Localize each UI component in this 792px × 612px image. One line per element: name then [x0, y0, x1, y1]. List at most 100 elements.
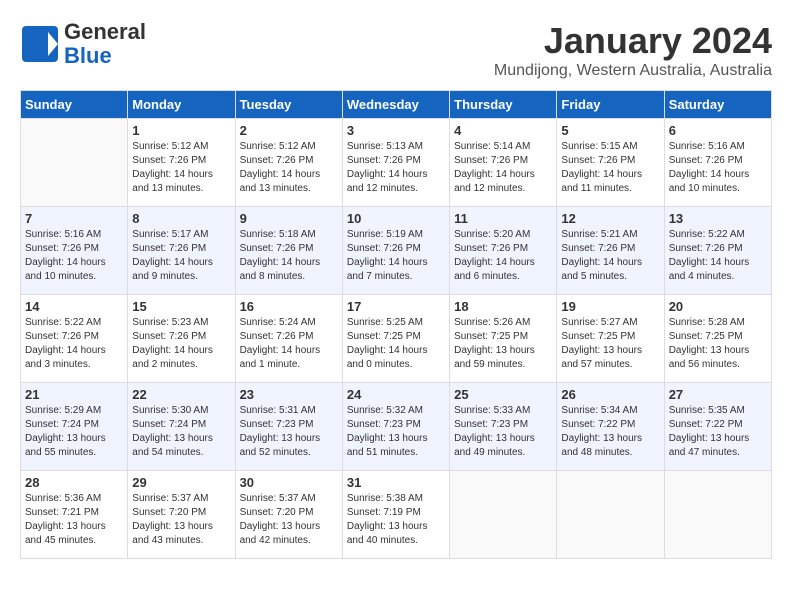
- calendar-cell: 6 Sunrise: 5:16 AM Sunset: 7:26 PM Daylig…: [664, 119, 771, 207]
- calendar-cell: 11Sunrise: 5:20 AM Sunset: 7:26 PM Dayli…: [450, 207, 557, 295]
- day-info: Sunrise: 5:27 AM Sunset: 7:25 PM Dayligh…: [561, 316, 659, 372]
- calendar-cell: 14 Sunrise: 5:22 AM Sunset: 7:26 PM Dayli…: [21, 295, 128, 383]
- calendar-week-row: 28 Sunrise: 5:36 AM Sunset: 7:21 PM Dayli…: [21, 471, 772, 559]
- calendar-cell: 31Sunrise: 5:38 AM Sunset: 7:19 PM Dayli…: [342, 471, 449, 559]
- header-thursday: Thursday: [450, 91, 557, 119]
- day-info: Sunrise: 5:37 AM Sunset: 7:20 PM Dayligh…: [132, 492, 230, 548]
- calendar-cell: 19 Sunrise: 5:27 AM Sunset: 7:25 PM Dayli…: [557, 295, 664, 383]
- day-number: 21: [25, 387, 123, 402]
- day-number: 20: [669, 299, 767, 314]
- day-number: 22: [132, 387, 230, 402]
- calendar-cell: 24 Sunrise: 5:32 AM Sunset: 7:23 PM Dayli…: [342, 383, 449, 471]
- day-number: 5: [561, 123, 659, 138]
- day-info: Sunrise: 5:31 AM Sunset: 7:23 PM Dayligh…: [240, 404, 338, 460]
- calendar-cell: 16Sunrise: 5:24 AM Sunset: 7:26 PM Dayli…: [235, 295, 342, 383]
- calendar-cell: 1Sunrise: 5:12 AM Sunset: 7:26 PM Daylig…: [128, 119, 235, 207]
- day-info: Sunrise: 5:17 AM Sunset: 7:26 PM Dayligh…: [132, 228, 230, 284]
- day-number: 23: [240, 387, 338, 402]
- day-info: Sunrise: 5:26 AM Sunset: 7:25 PM Dayligh…: [454, 316, 552, 372]
- day-info: Sunrise: 5:30 AM Sunset: 7:24 PM Dayligh…: [132, 404, 230, 460]
- calendar-cell: 15Sunrise: 5:23 AM Sunset: 7:26 PM Dayli…: [128, 295, 235, 383]
- day-info: Sunrise: 5:22 AM Sunset: 7:26 PM Dayligh…: [669, 228, 767, 284]
- calendar-cell: 22 Sunrise: 5:30 AM Sunset: 7:24 PM Dayli…: [128, 383, 235, 471]
- day-number: 19: [561, 299, 659, 314]
- day-info: Sunrise: 5:28 AM Sunset: 7:25 PM Dayligh…: [669, 316, 767, 372]
- day-info: Sunrise: 5:22 AM Sunset: 7:26 PM Dayligh…: [25, 316, 123, 372]
- day-number: 25: [454, 387, 552, 402]
- logo: General Blue: [20, 20, 146, 68]
- day-info: Sunrise: 5:23 AM Sunset: 7:26 PM Dayligh…: [132, 316, 230, 372]
- day-number: 24: [347, 387, 445, 402]
- calendar-cell: 17Sunrise: 5:25 AM Sunset: 7:25 PM Dayli…: [342, 295, 449, 383]
- calendar-cell: 26Sunrise: 5:34 AM Sunset: 7:22 PM Dayli…: [557, 383, 664, 471]
- day-number: 14: [25, 299, 123, 314]
- day-info: Sunrise: 5:36 AM Sunset: 7:21 PM Dayligh…: [25, 492, 123, 548]
- day-number: 30: [240, 475, 338, 490]
- calendar-week-row: 1Sunrise: 5:12 AM Sunset: 7:26 PM Daylig…: [21, 119, 772, 207]
- day-info: Sunrise: 5:20 AM Sunset: 7:26 PM Dayligh…: [454, 228, 552, 284]
- day-info: Sunrise: 5:16 AM Sunset: 7:26 PM Dayligh…: [669, 140, 767, 196]
- calendar-cell: 20 Sunrise: 5:28 AM Sunset: 7:25 PM Dayli…: [664, 295, 771, 383]
- day-info: Sunrise: 5:18 AM Sunset: 7:26 PM Dayligh…: [240, 228, 338, 284]
- calendar-cell: 5 Sunrise: 5:15 AM Sunset: 7:26 PM Daylig…: [557, 119, 664, 207]
- day-number: 16: [240, 299, 338, 314]
- calendar-cell: 13 Sunrise: 5:22 AM Sunset: 7:26 PM Dayli…: [664, 207, 771, 295]
- day-number: 29: [132, 475, 230, 490]
- day-info: Sunrise: 5:21 AM Sunset: 7:26 PM Dayligh…: [561, 228, 659, 284]
- day-number: 4: [454, 123, 552, 138]
- day-number: 17: [347, 299, 445, 314]
- day-number: 8: [132, 211, 230, 226]
- calendar-table: SundayMondayTuesdayWednesdayThursdayFrid…: [20, 90, 772, 559]
- day-number: 13: [669, 211, 767, 226]
- calendar-week-row: 14 Sunrise: 5:22 AM Sunset: 7:26 PM Dayli…: [21, 295, 772, 383]
- calendar-cell: [450, 471, 557, 559]
- logo-text: General Blue: [64, 20, 146, 68]
- day-number: 26: [561, 387, 659, 402]
- header-monday: Monday: [128, 91, 235, 119]
- calendar-cell: 12 Sunrise: 5:21 AM Sunset: 7:26 PM Dayli…: [557, 207, 664, 295]
- day-info: Sunrise: 5:12 AM Sunset: 7:26 PM Dayligh…: [240, 140, 338, 196]
- day-info: Sunrise: 5:16 AM Sunset: 7:26 PM Dayligh…: [25, 228, 123, 284]
- day-number: 7: [25, 211, 123, 226]
- day-info: Sunrise: 5:37 AM Sunset: 7:20 PM Dayligh…: [240, 492, 338, 548]
- day-info: Sunrise: 5:15 AM Sunset: 7:26 PM Dayligh…: [561, 140, 659, 196]
- day-info: Sunrise: 5:14 AM Sunset: 7:26 PM Dayligh…: [454, 140, 552, 196]
- location-title: Mundijong, Western Australia, Australia: [494, 62, 772, 80]
- day-info: Sunrise: 5:38 AM Sunset: 7:19 PM Dayligh…: [347, 492, 445, 548]
- day-number: 12: [561, 211, 659, 226]
- day-number: 27: [669, 387, 767, 402]
- calendar-body: 1Sunrise: 5:12 AM Sunset: 7:26 PM Daylig…: [21, 119, 772, 559]
- header-sunday: Sunday: [21, 91, 128, 119]
- calendar-cell: 18 Sunrise: 5:26 AM Sunset: 7:25 PM Dayli…: [450, 295, 557, 383]
- calendar-cell: 10Sunrise: 5:19 AM Sunset: 7:26 PM Dayli…: [342, 207, 449, 295]
- calendar-cell: 28 Sunrise: 5:36 AM Sunset: 7:21 PM Dayli…: [21, 471, 128, 559]
- calendar-cell: 21Sunrise: 5:29 AM Sunset: 7:24 PM Dayli…: [21, 383, 128, 471]
- calendar-cell: 29 Sunrise: 5:37 AM Sunset: 7:20 PM Dayli…: [128, 471, 235, 559]
- day-number: 10: [347, 211, 445, 226]
- title-block: January 2024 Mundijong, Western Australi…: [494, 20, 772, 80]
- calendar-week-row: 7 Sunrise: 5:16 AM Sunset: 7:26 PM Daylig…: [21, 207, 772, 295]
- header-saturday: Saturday: [664, 91, 771, 119]
- calendar-week-row: 21Sunrise: 5:29 AM Sunset: 7:24 PM Dayli…: [21, 383, 772, 471]
- day-number: 6: [669, 123, 767, 138]
- calendar-cell: 25Sunrise: 5:33 AM Sunset: 7:23 PM Dayli…: [450, 383, 557, 471]
- day-info: Sunrise: 5:12 AM Sunset: 7:26 PM Dayligh…: [132, 140, 230, 196]
- header-friday: Friday: [557, 91, 664, 119]
- day-number: 9: [240, 211, 338, 226]
- calendar-cell: 9 Sunrise: 5:18 AM Sunset: 7:26 PM Daylig…: [235, 207, 342, 295]
- calendar-cell: 27Sunrise: 5:35 AM Sunset: 7:22 PM Dayli…: [664, 383, 771, 471]
- month-title: January 2024: [494, 20, 772, 62]
- calendar-cell: 2Sunrise: 5:12 AM Sunset: 7:26 PM Daylig…: [235, 119, 342, 207]
- day-number: 18: [454, 299, 552, 314]
- calendar-cell: [21, 119, 128, 207]
- calendar-cell: 30 Sunrise: 5:37 AM Sunset: 7:20 PM Dayli…: [235, 471, 342, 559]
- logo-icon: [20, 24, 60, 64]
- calendar-cell: 23 Sunrise: 5:31 AM Sunset: 7:23 PM Dayli…: [235, 383, 342, 471]
- calendar-cell: 8 Sunrise: 5:17 AM Sunset: 7:26 PM Daylig…: [128, 207, 235, 295]
- calendar-cell: 4 Sunrise: 5:14 AM Sunset: 7:26 PM Daylig…: [450, 119, 557, 207]
- header-tuesday: Tuesday: [235, 91, 342, 119]
- calendar-header-row: SundayMondayTuesdayWednesdayThursdayFrid…: [21, 91, 772, 119]
- day-info: Sunrise: 5:32 AM Sunset: 7:23 PM Dayligh…: [347, 404, 445, 460]
- day-number: 28: [25, 475, 123, 490]
- calendar-cell: [664, 471, 771, 559]
